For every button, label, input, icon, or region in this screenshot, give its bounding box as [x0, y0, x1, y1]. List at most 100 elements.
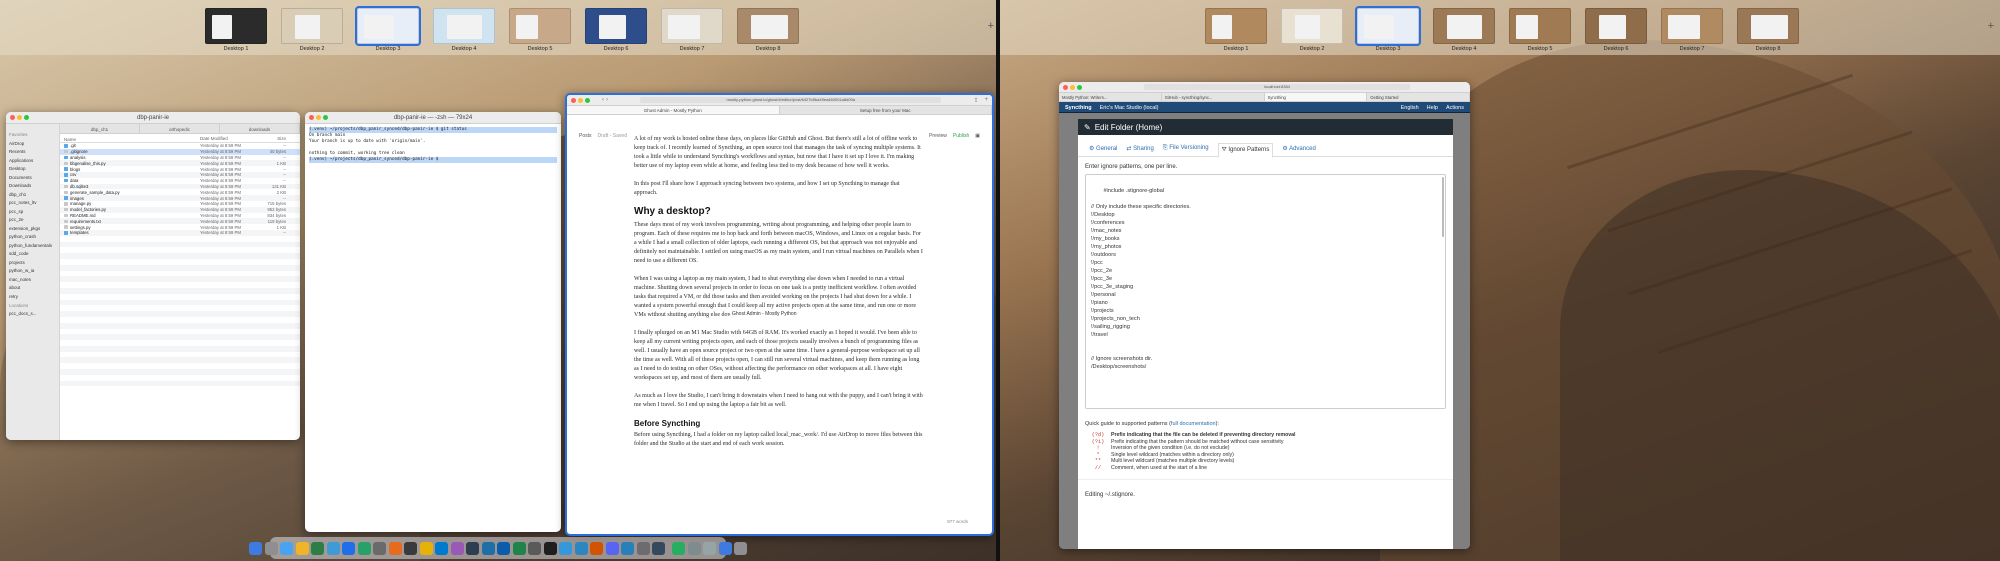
settings-panel-icon[interactable]: ▣ [975, 133, 980, 139]
desktop-thumbnail[interactable]: Desktop 5 [1509, 8, 1571, 52]
file-row[interactable]: settings.py Yesterday at 8:59 PM 1 KB [60, 224, 300, 230]
column-name[interactable]: Name [64, 136, 200, 142]
desktop-thumbnail[interactable]: Desktop 6 [585, 8, 647, 52]
tab-setup[interactable]: Setup free from your Mac [780, 106, 992, 114]
syncthing-logo[interactable]: Syncthing [1065, 105, 1092, 111]
textarea-scrollbar[interactable] [1442, 177, 1444, 237]
dock-app-icon[interactable] [512, 541, 526, 555]
dock-app-icon[interactable] [497, 541, 510, 555]
file-row[interactable]: .git Yesterday at 8:59 PM -- [60, 143, 300, 149]
file-row[interactable]: generate_sample_data.py Yesterday at 8:59… [60, 189, 300, 195]
dock-app-icon[interactable] [264, 541, 278, 555]
dock-app-icon[interactable] [543, 541, 557, 555]
dock-app-icon[interactable] [280, 541, 293, 555]
zoom-icon[interactable] [1077, 84, 1082, 90]
desktop-preview[interactable] [433, 8, 495, 44]
back-icon[interactable]: ‹ [602, 97, 604, 103]
sidebar-item[interactable]: Downloads [9, 183, 56, 188]
dock-app-icon[interactable] [574, 541, 588, 555]
finder-tab[interactable]: orthopedic [140, 124, 220, 133]
file-row[interactable]: templates Yesterday at 8:59 PM -- [60, 229, 300, 236]
tab-getting-started[interactable]: Getting Started [1367, 93, 1470, 101]
close-icon[interactable] [1063, 84, 1068, 90]
tab-general[interactable]: ⚙ General [1089, 145, 1117, 155]
file-row[interactable]: blogs Yesterday at 8:59 PM -- [60, 166, 300, 172]
dock-app-icon[interactable] [605, 541, 619, 555]
close-icon[interactable] [571, 97, 576, 103]
dock-app-icon[interactable] [419, 541, 433, 555]
zoom-icon[interactable] [585, 97, 590, 103]
dock-app-icon[interactable] [249, 541, 262, 555]
posts-link[interactable]: Posts [579, 133, 592, 139]
sidebar-item[interactable]: projects [9, 260, 56, 265]
desktop-preview[interactable] [661, 8, 723, 44]
dock-app-icon[interactable] [373, 541, 386, 555]
ignore-patterns-textarea[interactable]: #include .stignore-global // Only includ… [1085, 174, 1446, 409]
desktop-preview[interactable] [1433, 8, 1495, 44]
file-row[interactable]: bbgenalise_this.py Yesterday at 8:59 PM 1 … [60, 160, 300, 167]
dock-app-icon[interactable] [357, 541, 371, 555]
desktop-thumbnail[interactable]: Desktop 8 [1737, 8, 1799, 52]
address-bar[interactable]: mostly-python.ghost.io/ghost/#/editor/po… [640, 97, 942, 103]
share-icon[interactable]: ⇪ [973, 97, 978, 104]
safari-window-ghost[interactable]: ‹ › mostly-python.ghost.io/ghost/#/edito… [565, 93, 994, 536]
file-row[interactable]: images Yesterday at 8:59 PM -- [60, 195, 300, 201]
sidebar-item[interactable]: Desktop [9, 166, 56, 171]
desktop-thumbnail[interactable]: Desktop 2 [1281, 8, 1343, 52]
tab-ignore-patterns[interactable]: ⛛ Ignore Patterns [1217, 142, 1274, 158]
tab-file-versioning[interactable]: ⎘ File Versioning [1163, 145, 1209, 155]
safari-toolbar[interactable]: ‹ › mostly-python.ghost.io/ghost/#/edito… [567, 95, 992, 106]
desktop-preview[interactable] [737, 8, 799, 44]
tab-sharing[interactable]: ⇄ Sharing [1126, 145, 1153, 155]
dock-app-icon[interactable] [703, 541, 716, 555]
file-row[interactable]: README.md Yesterday at 8:59 PM 834 bytes [60, 213, 300, 219]
desktop-preview[interactable] [355, 6, 421, 46]
sidebar-item[interactable]: Documents [9, 175, 56, 180]
desktop-thumbnail[interactable]: Desktop 3 [355, 6, 421, 52]
dock-app-icon[interactable] [404, 541, 417, 555]
dock-app-icon[interactable] [311, 541, 324, 555]
sidebar-item[interactable]: AirDrop [9, 141, 56, 146]
sidebar-item[interactable]: extension_pkgs [9, 226, 56, 231]
sidebar-item[interactable]: python_w_ia [9, 268, 56, 273]
file-row[interactable]: requirements.txt Yesterday at 8:59 PM 119 … [60, 218, 300, 225]
desktop-preview[interactable] [281, 8, 343, 44]
dock-app-icon[interactable] [636, 541, 650, 555]
file-row[interactable]: analysis Yesterday at 8:59 PM -- [60, 155, 300, 161]
desktop-preview[interactable] [509, 8, 571, 44]
language-menu[interactable]: English [1401, 105, 1419, 111]
dock-app-icon[interactable] [734, 541, 747, 555]
full-documentation-link[interactable]: full documentation [1171, 421, 1216, 427]
post-body[interactable]: A lot of my work is hosted online these … [634, 135, 924, 458]
dock-app-icon[interactable] [450, 541, 464, 555]
file-row[interactable]: db.sqlite3 Yesterday at 8:59 PM 131 KB [60, 183, 300, 190]
dock-app-icon[interactable] [652, 541, 665, 555]
minimize-icon[interactable] [1070, 84, 1075, 90]
desktop-thumbnail[interactable]: Desktop 3 [1355, 6, 1421, 52]
desktop-preview[interactable] [1661, 8, 1723, 44]
desktop-thumbnail[interactable]: Desktop 2 [281, 8, 343, 52]
desktop-thumbnail[interactable]: Desktop 6 [1585, 8, 1647, 52]
dock-app-icon[interactable] [342, 541, 355, 555]
terminal-titlebar[interactable]: dbp-panir-ie — -zsh — 79x24 [305, 112, 561, 124]
desktop-preview[interactable] [1205, 8, 1267, 44]
sidebar-item[interactable]: python_crash [9, 234, 56, 239]
safari-toolbar[interactable]: localhost:8384 [1059, 82, 1470, 93]
desktop-thumbnail[interactable]: Desktop 7 [1661, 8, 1723, 52]
desktop-preview[interactable] [1509, 8, 1571, 44]
sidebar-item[interactable]: mac_notes [9, 277, 56, 282]
sidebar-item[interactable]: dbp_ch1 [9, 192, 56, 197]
column-date[interactable]: Date Modified [200, 136, 256, 142]
desktop-thumbnail[interactable]: Desktop 8 [737, 8, 799, 52]
desktop-preview[interactable] [1585, 8, 1647, 44]
publish-button[interactable]: Publish [953, 133, 969, 139]
file-row[interactable]: manage.py Yesterday at 8:59 PM 715 bytes [60, 201, 300, 207]
dock-app-icon[interactable] [466, 541, 479, 555]
forward-icon[interactable]: › [606, 97, 608, 103]
finder-tab[interactable]: dbp_ch1 [60, 124, 140, 133]
finder-tab[interactable]: downloads [220, 124, 300, 133]
desktop-thumbnail[interactable]: Desktop 4 [1433, 8, 1495, 52]
preview-button[interactable]: Preview [929, 133, 947, 139]
help-menu[interactable]: Help [1427, 105, 1438, 111]
desktop-preview[interactable] [1355, 6, 1421, 46]
